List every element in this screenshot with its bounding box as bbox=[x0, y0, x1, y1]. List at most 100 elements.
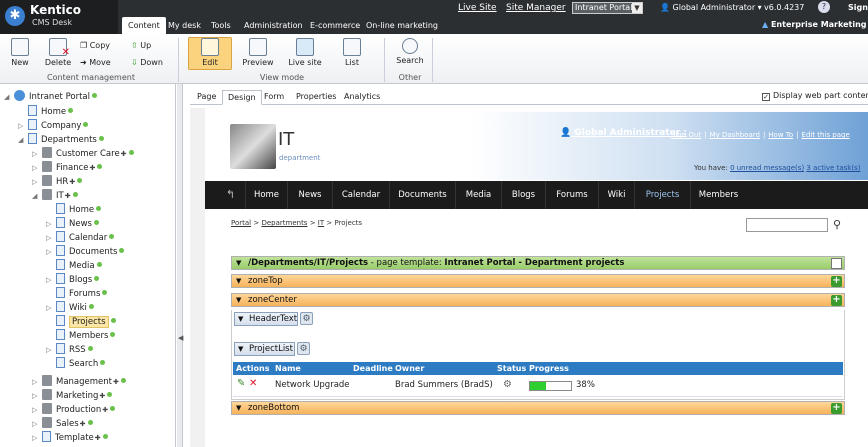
pane-splitter[interactable]: ◀ bbox=[177, 84, 183, 447]
edit-pencil-icon[interactable]: ✎ bbox=[237, 378, 245, 389]
col-name[interactable]: Name bbox=[275, 362, 301, 375]
tab-design[interactable]: Design bbox=[222, 90, 262, 105]
col-actions: Actions bbox=[236, 364, 270, 373]
webpart-projectlist[interactable]: ▼ ProjectList bbox=[234, 342, 295, 356]
site-nav-projects[interactable]: Projects bbox=[635, 181, 691, 209]
copy-button[interactable]: ❐ Copy bbox=[80, 41, 110, 50]
zone-bottom-bar[interactable]: ▼ zoneBottom + bbox=[231, 401, 845, 415]
site-nav-documents[interactable]: Documents bbox=[390, 181, 456, 209]
tree-node-media[interactable]: Media bbox=[46, 259, 102, 273]
page-template-bar[interactable]: ▼ /Departments/IT/Projects - page templa… bbox=[231, 256, 845, 270]
tree-node-customer-care[interactable]: ▷ Customer Care✚ bbox=[32, 147, 134, 161]
nav-home-arrow-icon[interactable]: ↰ bbox=[216, 181, 246, 209]
site-nav-news[interactable]: News bbox=[288, 181, 333, 209]
move-button[interactable]: ➜ Move bbox=[80, 58, 111, 67]
unread-messages-link[interactable]: 0 unread message(s) bbox=[730, 164, 804, 172]
tree-node-news[interactable]: ▷ News bbox=[46, 217, 99, 231]
delete-button[interactable]: ✕ Delete bbox=[40, 38, 76, 67]
kentico-logo[interactable]: ✱ Kentico CMS Desk bbox=[0, 0, 118, 34]
gear-icon[interactable]: ⚙ bbox=[300, 312, 313, 325]
tab-my-desk[interactable]: My desk bbox=[162, 17, 207, 34]
tree-node-intranet-portal[interactable]: ◢ Intranet Portal bbox=[4, 90, 98, 104]
tree-node-projects[interactable]: Projects bbox=[46, 315, 116, 329]
tree-node-calendar[interactable]: ▷ Calendar bbox=[46, 231, 115, 245]
add-web-part-icon[interactable]: + bbox=[831, 403, 842, 414]
active-tasks-link[interactable]: 3 active task(s) bbox=[806, 164, 860, 172]
site-nav-media[interactable]: Media bbox=[456, 181, 502, 209]
tree-node-company[interactable]: ▷ Company bbox=[18, 119, 89, 133]
site-manager-link[interactable]: Site Manager bbox=[506, 3, 566, 13]
site-nav-forums[interactable]: Forums bbox=[546, 181, 599, 209]
tree-node-it[interactable]: ◢ IT✚ bbox=[32, 189, 78, 203]
search-button[interactable]: Search bbox=[392, 38, 428, 65]
col-deadline[interactable]: Deadline bbox=[353, 362, 393, 375]
display-web-part-checkbox[interactable]: ✓ Display web part content bbox=[762, 91, 868, 101]
tab-properties[interactable]: Properties bbox=[291, 90, 341, 105]
tree-node-hr[interactable]: ▷ HR✚ bbox=[32, 175, 83, 189]
search-icon[interactable]: ⚲ bbox=[833, 218, 841, 231]
site-nav-blogs[interactable]: Blogs bbox=[502, 181, 546, 209]
breadcrumb-it[interactable]: IT bbox=[318, 219, 324, 227]
edit-button[interactable]: Edit bbox=[192, 38, 228, 67]
breadcrumb-departments[interactable]: Departments bbox=[261, 219, 307, 227]
tree-node-forums[interactable]: Forums bbox=[46, 287, 108, 301]
tree-node-production[interactable]: ▷ Production✚ bbox=[32, 403, 116, 417]
tree-node-departments[interactable]: ◢ Departments bbox=[18, 133, 104, 147]
tree-node-home[interactable]: Home bbox=[18, 105, 74, 119]
tree-node-it-home[interactable]: Home bbox=[46, 203, 102, 217]
tree-node-wiki[interactable]: ▷ Wiki bbox=[46, 301, 94, 315]
tree-node-blogs[interactable]: ▷ Blogs bbox=[46, 273, 100, 287]
site-nav-members[interactable]: Members bbox=[691, 181, 746, 209]
add-web-part-icon[interactable]: + bbox=[831, 295, 842, 306]
user-name: Global Administrator bbox=[672, 3, 756, 12]
up-button[interactable]: ⇧ Up bbox=[131, 41, 151, 50]
site-select[interactable]: Intranet Portal ▼ bbox=[572, 2, 643, 14]
tree-node-management[interactable]: ▷ Management✚ bbox=[32, 375, 126, 389]
sign-out-link[interactable]: Sign bbox=[848, 3, 868, 12]
tab-online-marketing[interactable]: On-line marketing bbox=[360, 17, 444, 34]
user-menu[interactable]: 👤 Global Administrator ▾ bbox=[660, 3, 762, 12]
tab-tools[interactable]: Tools bbox=[205, 17, 237, 34]
gear-icon[interactable]: ⚙ bbox=[297, 342, 310, 355]
site-nav-calendar[interactable]: Calendar bbox=[333, 181, 390, 209]
live-site-link[interactable]: Live Site bbox=[458, 3, 497, 13]
down-button[interactable]: ⇩ Down bbox=[131, 58, 163, 67]
tab-administration[interactable]: Administration bbox=[238, 17, 309, 34]
list-button[interactable]: List bbox=[334, 38, 370, 67]
my-dashboard-link[interactable]: My Dashboard bbox=[710, 131, 760, 139]
zone-center-bar[interactable]: ▼ zoneCenter + bbox=[231, 293, 845, 307]
col-status[interactable]: Status bbox=[497, 362, 526, 375]
sign-out-link[interactable]: Sign Out bbox=[671, 131, 701, 139]
tab-content[interactable]: Content bbox=[122, 17, 166, 34]
tab-form[interactable]: Form bbox=[259, 90, 289, 105]
live-site-button[interactable]: Live site bbox=[287, 38, 323, 67]
collapse-pane-icon[interactable]: ◀ bbox=[178, 334, 183, 342]
new-button[interactable]: New bbox=[2, 38, 38, 67]
tree-node-template[interactable]: ▷ Template✚ bbox=[32, 431, 108, 445]
col-owner[interactable]: Owner bbox=[395, 362, 424, 375]
help-icon[interactable]: ? bbox=[818, 1, 830, 13]
site-nav-home[interactable]: Home bbox=[246, 181, 288, 209]
site-nav-wiki[interactable]: Wiki bbox=[599, 181, 635, 209]
site-search-input[interactable] bbox=[746, 218, 828, 232]
edit-template-icon[interactable] bbox=[831, 258, 842, 269]
tree-node-marketing[interactable]: ▷ Marketing✚ bbox=[32, 389, 113, 403]
zone-top-bar[interactable]: ▼ zoneTop + bbox=[231, 274, 845, 288]
delete-icon[interactable]: ✕ bbox=[249, 378, 257, 389]
how-to-link[interactable]: How To bbox=[768, 131, 793, 139]
add-web-part-icon[interactable]: + bbox=[831, 276, 842, 287]
tab-analytics[interactable]: Analytics bbox=[339, 90, 385, 105]
webpart-headertext[interactable]: ▼ HeaderText bbox=[234, 312, 298, 326]
tab-ecommerce[interactable]: E-commerce bbox=[304, 17, 366, 34]
edit-this-page-link[interactable]: Edit this page bbox=[802, 131, 850, 139]
tree-node-sales[interactable]: ▷ Sales✚ bbox=[32, 417, 93, 431]
breadcrumb-portal[interactable]: Portal bbox=[231, 219, 251, 227]
tree-node-rss[interactable]: ▷ RSS bbox=[46, 343, 93, 357]
tree-node-finance[interactable]: ▷ Finance✚ bbox=[32, 161, 103, 175]
tree-node-members[interactable]: Members bbox=[46, 329, 116, 343]
col-progress[interactable]: Progress bbox=[529, 362, 569, 375]
preview-button[interactable]: Preview bbox=[240, 38, 276, 67]
tree-node-documents[interactable]: ▷ Documents bbox=[46, 245, 125, 259]
tab-page[interactable]: Page bbox=[192, 90, 221, 105]
tree-node-search[interactable]: Search bbox=[46, 357, 106, 371]
